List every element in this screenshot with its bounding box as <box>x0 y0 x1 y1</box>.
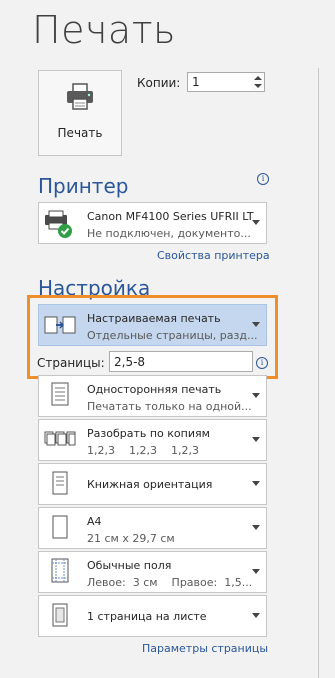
printer-name: Canon MF4100 Series UFRII LT <box>87 210 254 223</box>
printer-icon <box>67 83 93 110</box>
copies-input[interactable]: 1 <box>187 72 253 92</box>
chevron-down-icon <box>252 613 260 618</box>
paper-size-title: A4 <box>87 515 102 528</box>
paper-size-icon <box>52 515 68 539</box>
printer-status: Не подключен, документо... <box>87 227 251 240</box>
one-page-per-sheet-icon <box>52 603 68 627</box>
pages-per-sheet-dropdown[interactable]: 1 страница на листе <box>38 595 267 637</box>
margins-subtitle: Левое: 3 см Правое: 1,5... <box>87 576 253 589</box>
printer-dropdown[interactable]: Canon MF4100 Series UFRII LT Не подключе… <box>38 202 267 244</box>
paper-size-dropdown[interactable]: A4 21 см x 29,7 см <box>38 507 267 549</box>
highlight-frame <box>27 295 278 379</box>
orientation-title: Книжная ориентация <box>87 478 213 491</box>
print-button-label: Печать <box>57 126 103 140</box>
sides-dropdown[interactable]: Односторонняя печать Печатать только на … <box>38 375 267 417</box>
collation-title: Разобрать по копиям <box>87 427 210 440</box>
chevron-down-icon <box>252 220 260 225</box>
chevron-down-icon <box>252 569 260 574</box>
one-sided-icon <box>51 382 69 406</box>
printer-section-title: Принтер <box>38 174 129 198</box>
chevron-down-icon <box>252 481 260 486</box>
chevron-down-icon <box>252 393 260 398</box>
copies-spinner[interactable] <box>252 72 265 92</box>
print-button[interactable]: Печать <box>38 70 122 156</box>
info-icon[interactable]: i <box>257 173 269 185</box>
spin-up-icon[interactable] <box>254 76 262 80</box>
margins-dropdown[interactable]: Обычные поля Левое: 3 см Правое: 1,5... <box>38 551 267 593</box>
chevron-down-icon <box>252 525 260 530</box>
spin-down-icon[interactable] <box>254 84 262 88</box>
collation-subtitle: 1,2,3 1,2,3 1,2,3 <box>87 444 199 457</box>
margins-title: Обычные поля <box>87 559 172 572</box>
printer-properties-link[interactable]: Свойства принтера <box>157 249 270 262</box>
printer-ready-icon <box>45 210 72 238</box>
orientation-dropdown[interactable]: Книжная ориентация <box>38 463 267 505</box>
collation-dropdown[interactable]: Разобрать по копиям 1,2,3 1,2,3 1,2,3 <box>38 419 267 461</box>
pages-per-sheet-title: 1 страница на листе <box>87 610 207 623</box>
sides-title: Односторонняя печать <box>87 383 222 396</box>
copies-label: Копии: <box>137 76 181 90</box>
collate-icon <box>44 431 76 446</box>
paper-size-subtitle: 21 см x 29,7 см <box>87 532 175 545</box>
chevron-down-icon <box>252 437 260 442</box>
sides-subtitle: Печатать только на одной... <box>87 400 252 413</box>
margins-icon <box>51 558 69 583</box>
page-setup-link[interactable]: Параметры страницы <box>142 642 268 655</box>
panel-divider <box>318 68 319 678</box>
portrait-icon <box>52 471 68 495</box>
page-title: Печать <box>32 8 176 52</box>
